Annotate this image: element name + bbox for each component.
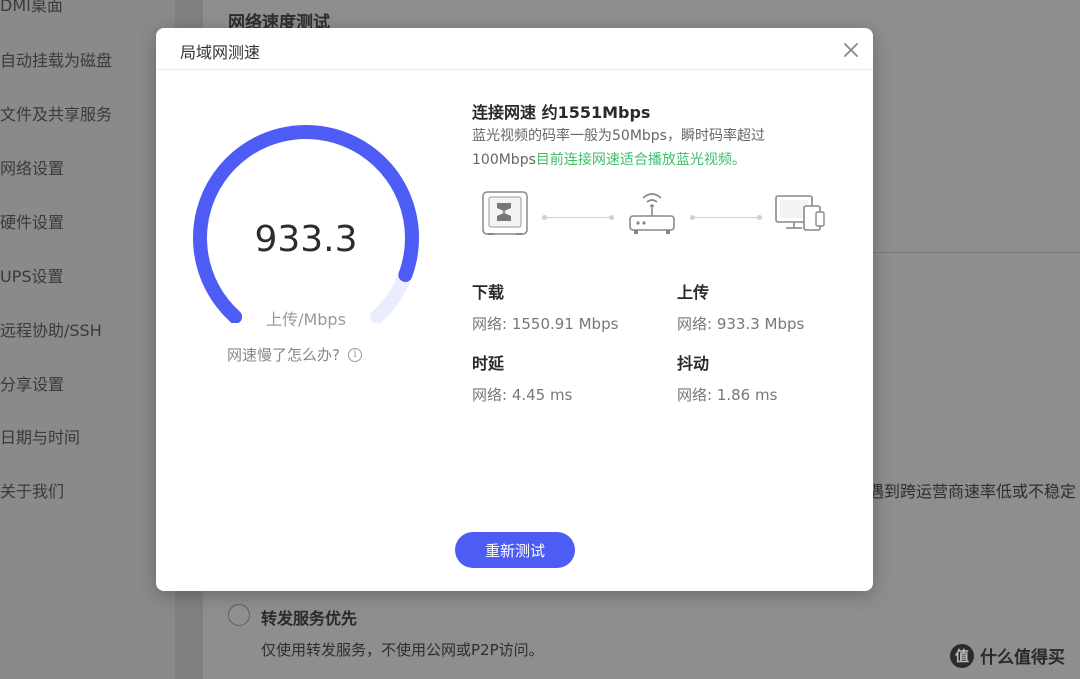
- sidebar-item-share[interactable]: 分享设置: [0, 371, 64, 395]
- sidebar-item-about[interactable]: 关于我们: [0, 478, 64, 502]
- upload-stat: 上传 网络: 933.3 Mbps: [677, 279, 804, 334]
- connection-verdict: 目前连接网速适合播放蓝光视频。: [535, 152, 746, 168]
- client-devices-icon: [772, 188, 828, 242]
- sidebar-item-datetime[interactable]: 日期与时间: [0, 424, 80, 448]
- network-topology: [472, 188, 832, 248]
- sidebar-item-dmi[interactable]: DMI桌面: [0, 0, 63, 16]
- gauge-value: 933.3: [254, 219, 358, 260]
- upload-label: 上传: [677, 283, 710, 302]
- gauge-unit: 上传/Mbps: [266, 310, 346, 329]
- nas-device-icon: [480, 188, 530, 242]
- sidebar-item-ssh[interactable]: 远程协助/SSH: [0, 317, 102, 341]
- download-value: 网络: 1550.91 Mbps: [472, 315, 619, 333]
- topology-link-1: [542, 215, 614, 220]
- background-sidebar: DMI桌面 自动挂载为磁盘 文件及共享服务 网络设置 硬件设置 UPS设置 远程…: [0, 0, 175, 679]
- download-stat: 下载 网络: 1550.91 Mbps: [472, 279, 618, 334]
- download-label: 下载: [472, 283, 505, 302]
- slow-network-help-link[interactable]: 网速慢了怎么办? i: [227, 344, 362, 365]
- jitter-value: 网络: 1.86 ms: [677, 386, 778, 404]
- topology-link-2: [690, 215, 762, 220]
- sidebar-item-hardware[interactable]: 硬件设置: [0, 209, 64, 233]
- connection-description: 蓝光视频的码率一般为50Mbps，瞬时码率超过100Mbps目前连接网速适合播放…: [472, 124, 812, 172]
- info-icon[interactable]: i: [347, 347, 362, 362]
- watermark-text: 什么值得买: [980, 648, 1065, 668]
- latency-stat: 时延 网络: 4.45 ms: [472, 350, 572, 405]
- router-icon: [627, 188, 677, 244]
- sidebar-item-ups[interactable]: UPS设置: [0, 263, 64, 287]
- relay-priority-radio[interactable]: [228, 604, 250, 626]
- lan-speed-test-dialog: 局域网测速 933.3 上传/Mbps 网速慢了怎么办? i 连接网速 约155…: [156, 28, 873, 591]
- relay-priority-label: 转发服务优先: [261, 609, 358, 628]
- latency-label: 时延: [472, 354, 505, 373]
- close-icon[interactable]: [841, 40, 861, 60]
- sidebar-item-file-sharing[interactable]: 文件及共享服务: [0, 101, 112, 125]
- sidebar-item-network[interactable]: 网络设置: [0, 155, 64, 179]
- relay-priority-description: 仅使用转发服务，不使用公网或P2P访问。: [261, 641, 544, 659]
- side-note: 遇到跨运营商速率低或不稳定: [868, 482, 1077, 501]
- jitter-stat: 抖动 网络: 1.86 ms: [677, 350, 777, 405]
- watermark: 值 什么值得买: [950, 643, 1065, 668]
- retest-button[interactable]: 重新测试: [455, 532, 575, 568]
- jitter-label: 抖动: [677, 354, 710, 373]
- connection-speed-title: 连接网速 约1551Mbps: [472, 103, 651, 122]
- speed-gauge: 933.3 上传/Mbps: [186, 123, 426, 329]
- sidebar-item-auto-mount[interactable]: 自动挂载为磁盘: [0, 47, 112, 71]
- upload-value: 网络: 933.3 Mbps: [677, 315, 805, 333]
- latency-value: 网络: 4.45 ms: [472, 386, 573, 404]
- dialog-header: 局域网测速: [156, 28, 873, 70]
- help-text: 网速慢了怎么办?: [227, 346, 340, 364]
- watermark-logo-icon: 值: [950, 643, 974, 668]
- dialog-title: 局域网测速: [180, 43, 261, 62]
